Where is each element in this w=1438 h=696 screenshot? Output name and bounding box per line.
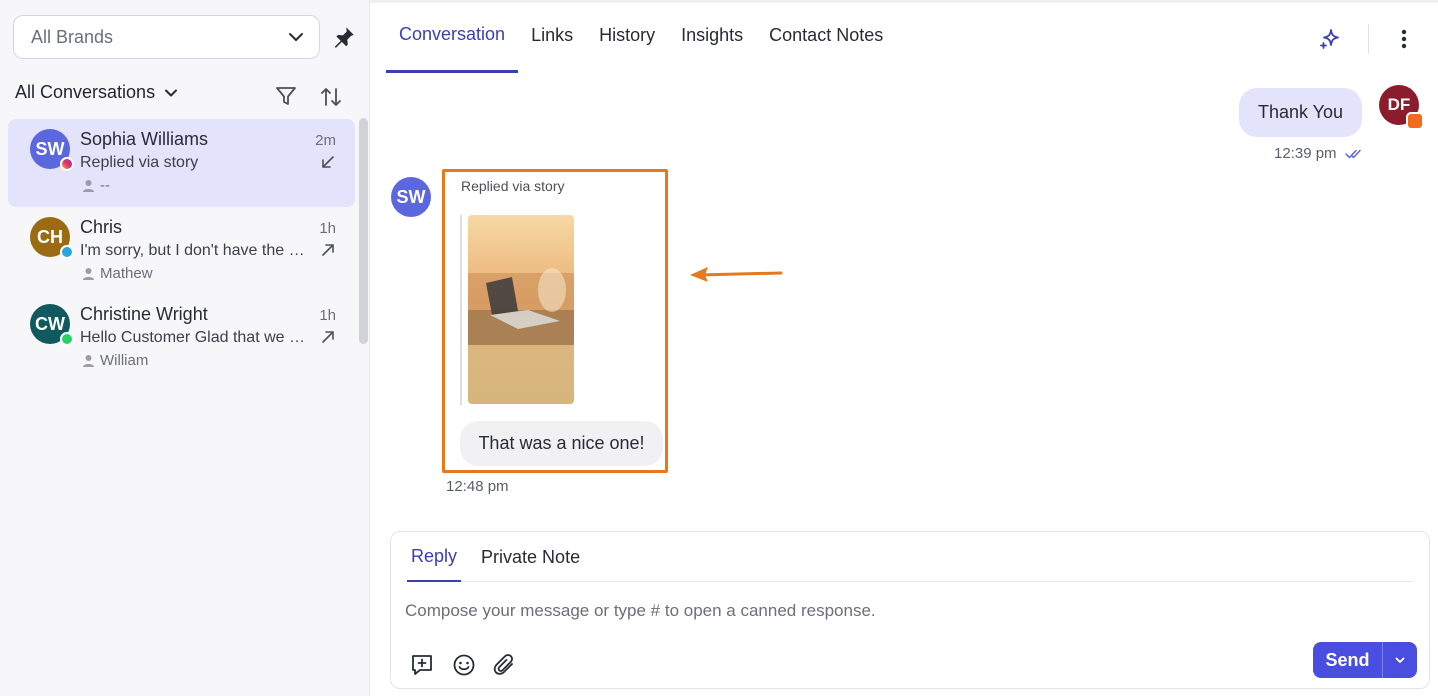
chevron-down-icon	[165, 89, 178, 96]
message-preview: Hello Customer Glad that we could help	[80, 329, 306, 346]
agent-name: William	[100, 352, 149, 369]
message-time: 12:48 pm	[446, 478, 509, 495]
message-preview: Replied via story	[80, 154, 199, 171]
conversation-filter-label: All Conversations	[15, 82, 156, 102]
send-options-button[interactable]	[1383, 642, 1417, 678]
pin-icon[interactable]	[331, 24, 357, 50]
conversation-time: 1h	[319, 220, 336, 237]
brand-select[interactable]: All Brands	[13, 15, 320, 59]
outgoing-arrow-icon	[322, 244, 334, 256]
annotation-arrow-icon	[690, 267, 783, 282]
tab-conversation[interactable]: Conversation	[386, 0, 519, 73]
incoming-arrow-icon	[322, 156, 334, 168]
conversation-tabs: Conversation Links History Insights Cont…	[386, 0, 896, 73]
tab-private-note[interactable]: Private Note	[477, 532, 584, 582]
conversation-item-sophia-williams[interactable]: SW Sophia Williams 2m Replied via story …	[8, 119, 355, 207]
tab-links[interactable]: Links	[518, 0, 586, 73]
message-time: 12:39 pm	[1274, 145, 1337, 162]
laptop-photo	[468, 268, 574, 404]
assigned-agent: Mathew	[82, 265, 153, 282]
sort-icon[interactable]	[318, 84, 344, 110]
tab-reply[interactable]: Reply	[407, 532, 462, 582]
double-check-icon	[1344, 149, 1361, 158]
story-reply-label: Replied via story	[461, 178, 565, 194]
agent-icon	[83, 268, 94, 280]
story-thumbnail[interactable]	[468, 215, 574, 404]
conversation-sidebar: All Brands All Conversations SW Sophia W…	[0, 0, 370, 696]
agent-icon	[83, 355, 94, 367]
send-button[interactable]: Send	[1313, 642, 1382, 678]
conversation-time: 2m	[315, 132, 336, 149]
contact-name: Christine Wright	[80, 304, 208, 324]
canned-response-icon[interactable]	[409, 652, 435, 678]
agent-icon	[83, 180, 94, 192]
contact-name: Chris	[80, 217, 123, 237]
emoji-icon[interactable]	[451, 652, 477, 678]
quote-bar	[460, 215, 462, 405]
tab-contact-notes[interactable]: Contact Notes	[756, 0, 896, 73]
conversation-time: 1h	[319, 307, 336, 324]
message-composer: Reply Private Note Send	[390, 531, 1430, 689]
tab-history[interactable]: History	[586, 0, 668, 73]
outgoing-message-bubble: Thank You	[1239, 88, 1362, 137]
outgoing-message-meta: 12:39 pm	[1274, 145, 1363, 162]
brand-select-value: All Brands	[31, 26, 114, 47]
sidebar-scrollbar[interactable]	[359, 118, 368, 344]
conversation-filter-dropdown[interactable]: All Conversations	[15, 82, 179, 103]
attachment-icon[interactable]	[492, 652, 518, 678]
sparkle-icon[interactable]	[1318, 27, 1342, 51]
conversation-panel: Conversation Links History Insights Cont…	[370, 0, 1438, 696]
conversation-item-christine-wright[interactable]: CW Christine Wright 1h Hello Customer Gl…	[8, 294, 355, 382]
kebab-icon[interactable]	[1396, 27, 1412, 51]
tab-insights[interactable]: Insights	[668, 0, 756, 73]
chevron-down-icon	[1395, 657, 1405, 663]
contact-avatar: SW	[391, 177, 431, 217]
assigned-agent: --	[82, 177, 110, 194]
composer-tabs: Reply Private Note	[407, 532, 1413, 582]
story-reply-highlight: Replied via story That was a nice one!	[442, 169, 668, 473]
filter-icon[interactable]	[274, 84, 298, 108]
agent-name: Mathew	[100, 265, 153, 282]
incoming-message-bubble: That was a nice one!	[460, 421, 663, 466]
chevron-down-icon	[289, 33, 303, 41]
header-divider	[1368, 24, 1369, 54]
send-button-group: Send	[1313, 642, 1417, 678]
whatsapp-icon	[60, 332, 74, 346]
outgoing-arrow-icon	[322, 331, 334, 343]
telegram-icon	[60, 245, 74, 259]
agent-name: --	[100, 177, 110, 194]
assigned-agent: William	[82, 352, 148, 369]
message-preview: I'm sorry, but I don't have the specific…	[80, 242, 306, 259]
compose-input[interactable]	[405, 596, 1395, 626]
channel-badge-icon	[1406, 112, 1424, 130]
conversation-item-chris[interactable]: CH Chris 1h I'm sorry, but I don't have …	[8, 207, 355, 295]
contact-name: Sophia Williams	[80, 129, 209, 149]
instagram-icon	[60, 157, 74, 171]
